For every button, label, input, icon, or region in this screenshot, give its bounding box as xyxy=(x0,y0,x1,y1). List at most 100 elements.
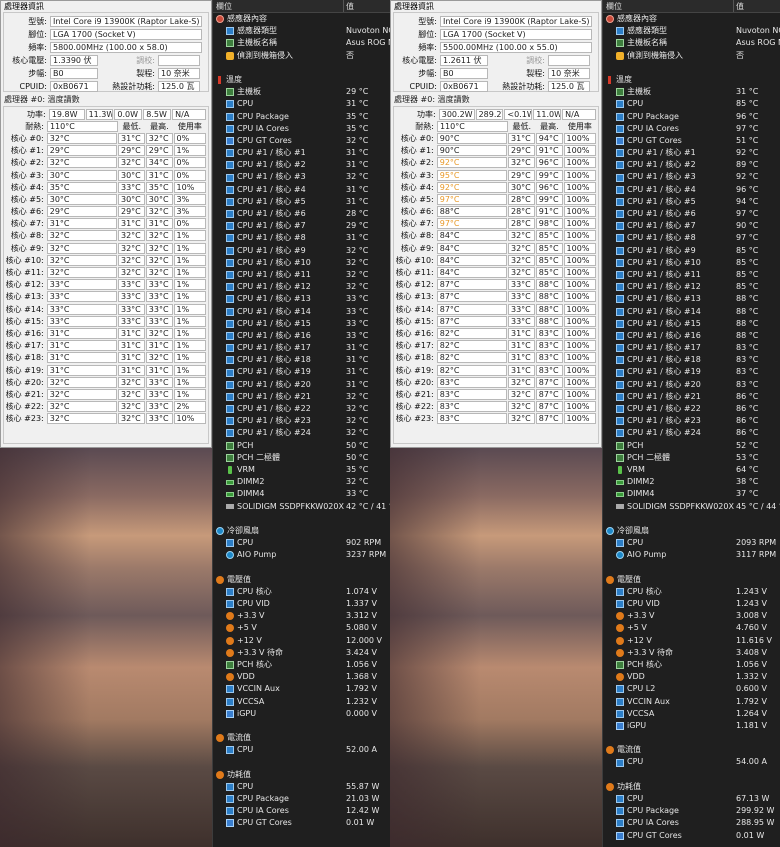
core-max-value[interactable]: 32°C xyxy=(145,242,173,254)
core-min-value[interactable]: 32°C xyxy=(117,230,145,242)
core-temp-value[interactable]: 82°C xyxy=(436,364,507,376)
sensor-row[interactable]: CPU #1 / 核心 #21 86 °C xyxy=(603,391,780,403)
core-max-value[interactable]: 98°C xyxy=(535,218,563,230)
sensor-row[interactable]: 偵測到機箱侵入 否 xyxy=(213,50,390,62)
sensor-row[interactable]: CPU #1 / 核心 #9 32 °C xyxy=(213,245,390,257)
core-usage-value[interactable]: 100% xyxy=(563,267,596,279)
core-temp-value[interactable]: 31°C xyxy=(46,327,117,339)
sensor-row[interactable]: CPU Package 96 °C xyxy=(603,111,780,123)
sensor-row[interactable]: PCH 核心 1.056 V xyxy=(213,659,390,671)
sensor-row[interactable]: CPU #1 / 核心 #10 32 °C xyxy=(213,257,390,269)
sensor-section-header[interactable]: 電壓值 xyxy=(213,574,390,586)
sensor-row[interactable]: +5 V 4.760 V xyxy=(603,622,780,634)
sensor-row[interactable]: +3.3 V 3.312 V xyxy=(213,610,390,622)
core-temp-value[interactable]: 82°C xyxy=(436,327,507,339)
core-usage-value[interactable]: 1% xyxy=(173,242,206,254)
sensor-row[interactable]: CPU GT Cores 32 °C xyxy=(213,135,390,147)
sensor-row[interactable]: CPU 54.00 A xyxy=(603,756,780,768)
core-temp-value[interactable]: 87°C xyxy=(436,315,507,327)
core-temp-value[interactable]: 83°C xyxy=(436,413,507,425)
core-temp-value[interactable]: 87°C xyxy=(436,291,507,303)
core-max-value[interactable]: 85°C xyxy=(535,254,563,266)
core-min-value[interactable]: 32°C xyxy=(117,267,145,279)
sensor-section-header[interactable]: 感應器內容 xyxy=(603,13,780,25)
core-min-value[interactable]: 32°C xyxy=(117,157,145,169)
sensor-row[interactable]: CPU Package 35 °C xyxy=(213,111,390,123)
core-usage-value[interactable]: 100% xyxy=(563,352,596,364)
sensor-row[interactable]: CPU #1 / 核心 #4 31 °C xyxy=(213,184,390,196)
core-usage-value[interactable]: 1% xyxy=(173,230,206,242)
sensor-row[interactable]: CPU #1 / 核心 #19 31 °C xyxy=(213,366,390,378)
sensor-section-header[interactable]: 感應器內容 xyxy=(213,13,390,25)
core-min-value[interactable]: 33°C xyxy=(117,303,145,315)
core-usage-value[interactable]: 2% xyxy=(173,401,206,413)
core-usage-value[interactable]: 1% xyxy=(173,291,206,303)
core-usage-value[interactable]: 1% xyxy=(173,376,206,388)
core-min-value[interactable]: 33°C xyxy=(117,181,145,193)
core-max-value[interactable]: 33°C xyxy=(145,279,173,291)
core-max-value[interactable]: 85°C xyxy=(535,242,563,254)
sensor-row[interactable]: CPU #1 / 核心 #2 89 °C xyxy=(603,159,780,171)
sensor-row[interactable]: CPU #1 / 核心 #18 31 °C xyxy=(213,354,390,366)
sensor-row[interactable]: CPU Package 299.92 W xyxy=(603,805,780,817)
core-usage-value[interactable]: 100% xyxy=(563,157,596,169)
sensor-row[interactable]: CPU VID 1.243 V xyxy=(603,598,780,610)
core-usage-value[interactable]: 10% xyxy=(173,181,206,193)
sensor-row[interactable]: VCCIN Aux 1.792 V xyxy=(213,683,390,695)
core-min-value[interactable]: 32°C xyxy=(507,242,535,254)
core-min-value[interactable]: 31°C xyxy=(507,132,535,144)
sensor-row[interactable]: CPU #1 / 核心 #16 88 °C xyxy=(603,330,780,342)
core-temp-value[interactable]: 82°C xyxy=(436,340,507,352)
sensor-section-header[interactable]: 電流值 xyxy=(213,732,390,744)
core-usage-value[interactable]: 100% xyxy=(563,206,596,218)
sensor-row[interactable]: CPU Package 21.03 W xyxy=(213,793,390,805)
core-usage-value[interactable]: 100% xyxy=(563,218,596,230)
core-min-value[interactable]: 33°C xyxy=(507,303,535,315)
sensor-row[interactable]: +3.3 V 待命 3.424 V xyxy=(213,647,390,659)
sensor-row[interactable]: VRM 35 °C xyxy=(213,464,390,476)
core-max-value[interactable]: 32°C xyxy=(145,254,173,266)
core-temp-value[interactable]: 97°C xyxy=(436,193,507,205)
core-max-value[interactable]: 32°C xyxy=(145,327,173,339)
core-usage-value[interactable]: 1% xyxy=(173,340,206,352)
core-max-value[interactable]: 32°C xyxy=(145,132,173,144)
core-max-value[interactable]: 96°C xyxy=(535,181,563,193)
sensor-row[interactable]: DIMM4 37 °C xyxy=(603,488,780,500)
core-temp-value[interactable]: 83°C xyxy=(436,401,507,413)
core-usage-value[interactable]: 1% xyxy=(173,145,206,157)
sensor-row[interactable]: CPU #1 / 核心 #20 31 °C xyxy=(213,379,390,391)
core-usage-value[interactable]: 3% xyxy=(173,193,206,205)
core-min-value[interactable]: 33°C xyxy=(117,291,145,303)
core-min-value[interactable]: 29°C xyxy=(117,145,145,157)
core-max-value[interactable]: 32°C xyxy=(145,352,173,364)
sensor-row[interactable]: CPU #1 / 核心 #17 31 °C xyxy=(213,342,390,354)
core-min-value[interactable]: 31°C xyxy=(117,132,145,144)
core-min-value[interactable]: 32°C xyxy=(507,254,535,266)
core-usage-value[interactable]: 100% xyxy=(563,315,596,327)
power-value[interactable]: 0.0W xyxy=(114,108,143,120)
core-min-value[interactable]: 28°C xyxy=(507,218,535,230)
sensor-row[interactable]: CPU #1 / 核心 #14 88 °C xyxy=(603,306,780,318)
core-temp-value[interactable]: 84°C xyxy=(436,230,507,242)
stepping-field[interactable]: B0 xyxy=(50,68,98,79)
core-min-value[interactable]: 29°C xyxy=(507,145,535,157)
core-max-value[interactable]: 35°C xyxy=(145,181,173,193)
sensor-row[interactable]: +3.3 V 3.008 V xyxy=(603,610,780,622)
core-max-value[interactable]: 99°C xyxy=(535,169,563,181)
sensor-row[interactable]: +12 V 12.000 V xyxy=(213,635,390,647)
core-max-value[interactable]: 85°C xyxy=(535,267,563,279)
column-header-value[interactable]: 值 xyxy=(344,0,390,12)
sensor-row[interactable]: CPU #1 / 核心 #22 32 °C xyxy=(213,403,390,415)
core-max-value[interactable]: 33°C xyxy=(145,315,173,327)
sensor-row[interactable]: CPU #1 / 核心 #21 32 °C xyxy=(213,391,390,403)
sensor-row[interactable]: CPU 67.13 W xyxy=(603,793,780,805)
core-temp-value[interactable]: 31°C xyxy=(46,340,117,352)
power-value[interactable]: 19.8W xyxy=(48,108,85,120)
core-usage-value[interactable]: 1% xyxy=(173,303,206,315)
sensor-row[interactable]: VCCSA 1.232 V xyxy=(213,696,390,708)
sensor-row[interactable]: DIMM2 38 °C xyxy=(603,476,780,488)
core-min-value[interactable]: 32°C xyxy=(507,401,535,413)
sensor-section-header[interactable]: 溫度 xyxy=(213,74,390,86)
core-min-value[interactable]: 31°C xyxy=(507,352,535,364)
sensor-row[interactable]: CPU #1 / 核心 #7 29 °C xyxy=(213,220,390,232)
